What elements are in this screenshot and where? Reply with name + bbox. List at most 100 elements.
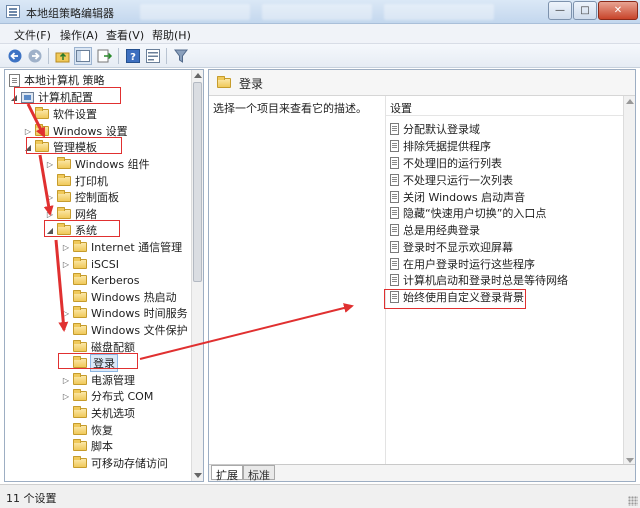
blurred-taskbar-item — [384, 4, 494, 20]
expand-arrow-icon[interactable]: ▷ — [23, 126, 33, 136]
resize-grip-icon[interactable] — [628, 496, 638, 506]
policy-setting-icon — [390, 123, 399, 135]
list-item[interactable]: 隐藏“快速用户切换”的入口点 — [390, 205, 546, 221]
tree-item-windows-components[interactable]: ▷ Windows 组件 — [45, 156, 150, 172]
list-item[interactable]: 总是用经典登录 — [390, 222, 480, 238]
list-item[interactable]: 分配默认登录域 — [390, 121, 480, 137]
folder-icon — [35, 124, 49, 136]
expand-arrow-icon[interactable]: ▷ — [61, 375, 71, 385]
menu-action[interactable]: 操作(A) — [60, 27, 98, 43]
policy-setting-icon — [390, 157, 399, 169]
tree-item-control-panel[interactable]: ▷ 控制面板 — [45, 189, 119, 205]
scroll-up-arrow-icon[interactable] — [194, 73, 202, 78]
list-item[interactable]: 在用户登录时运行这些程序 — [390, 256, 535, 272]
tree-item-printers[interactable]: 打印机 — [57, 173, 108, 189]
view-tabs: 扩展 标准 — [209, 464, 635, 481]
maximize-button[interactable]: □ — [573, 1, 597, 20]
toolbar-separator — [118, 48, 119, 64]
description-text: 选择一个项目来查看它的描述。 — [213, 102, 367, 115]
folder-icon — [57, 157, 71, 169]
folder-icon — [73, 323, 87, 335]
tree-item-disk-quota[interactable]: 磁盘配额 — [73, 339, 135, 355]
expand-arrow-icon[interactable]: ▷ — [61, 242, 71, 252]
expand-arrow-icon[interactable]: ▷ — [61, 391, 71, 401]
folder-icon — [73, 273, 87, 285]
forward-button[interactable] — [26, 47, 44, 65]
show-hide-tree-button[interactable] — [74, 47, 92, 65]
tree-item-scripts[interactable]: 脚本 — [73, 438, 113, 454]
tree-item-software-settings[interactable]: 软件设置 — [35, 106, 97, 122]
tree-item-recovery[interactable]: 恢复 — [73, 422, 113, 438]
scroll-down-arrow-icon[interactable] — [194, 473, 202, 478]
tree-item-network[interactable]: ▷ 网络 — [45, 206, 97, 222]
tree-item-windows-settings[interactable]: ▷ Windows 设置 — [23, 123, 128, 139]
folder-icon — [73, 423, 87, 435]
tree-item-kerberos[interactable]: Kerberos — [73, 272, 139, 288]
policy-setting-icon — [390, 291, 399, 303]
policy-setting-icon — [390, 258, 399, 270]
menu-view[interactable]: 查看(V) — [106, 27, 144, 43]
scroll-down-arrow-icon[interactable] — [626, 458, 634, 463]
menu-file[interactable]: 文件(F) — [14, 27, 51, 43]
tree-item-admin-templates[interactable]: ◢ 管理模板 — [23, 139, 97, 155]
tree-scroll-thumb[interactable] — [193, 82, 202, 282]
tree-item-removable-storage[interactable]: 可移动存储访问 — [73, 455, 168, 471]
menu-help[interactable]: 帮助(H) — [152, 27, 191, 43]
list-item[interactable]: 关闭 Windows 启动声音 — [390, 189, 525, 205]
list-item[interactable]: 登录时不显示欢迎屏幕 — [390, 239, 513, 255]
back-button[interactable] — [6, 47, 24, 65]
tree-scrollbar[interactable] — [191, 70, 203, 481]
scroll-up-arrow-icon[interactable] — [626, 99, 634, 104]
tab-standard[interactable]: 标准 — [243, 465, 275, 481]
folder-icon — [57, 207, 71, 219]
details-scrollbar[interactable] — [623, 96, 635, 466]
policy-setting-icon — [390, 224, 399, 236]
filter-icon — [174, 49, 188, 63]
tree-item-shutdown-options[interactable]: 关机选项 — [73, 405, 135, 421]
tree-item-power-management[interactable]: ▷ 电源管理 — [61, 372, 135, 388]
collapse-arrow-icon[interactable]: ◢ — [9, 92, 19, 102]
tree-item-internet-comm[interactable]: ▷ Internet 通信管理 — [61, 239, 182, 255]
folder-icon — [57, 174, 71, 186]
properties-button[interactable] — [144, 47, 162, 65]
tree-root[interactable]: 本地计算机 策略 — [9, 72, 105, 88]
list-item[interactable]: 计算机启动和登录时总是等待网络 — [390, 272, 568, 288]
expand-arrow-icon[interactable]: ▷ — [61, 308, 71, 318]
tree-item-logon[interactable]: 登录 — [73, 354, 118, 372]
menu-bar: 文件(F) 操作(A) 查看(V) 帮助(H) — [0, 24, 640, 44]
tab-extended[interactable]: 扩展 — [211, 465, 243, 481]
list-item-custom-logon-background[interactable]: 始终使用自定义登录背景 — [390, 289, 524, 305]
expand-arrow-icon[interactable]: ▷ — [61, 259, 71, 269]
policy-setting-icon — [390, 174, 399, 186]
tree-item-computer-config[interactable]: ◢ 计算机配置 — [9, 89, 93, 105]
expand-arrow-icon[interactable]: ▷ — [45, 159, 55, 169]
computer-icon — [21, 91, 34, 103]
up-one-level-button[interactable] — [54, 47, 72, 65]
expand-arrow-icon[interactable]: ▷ — [45, 209, 55, 219]
column-header-settings[interactable]: 设置 — [386, 96, 623, 116]
help-icon: ? — [126, 49, 140, 63]
back-arrow-icon — [8, 49, 22, 63]
policy-setting-icon — [390, 241, 399, 253]
folder-icon — [73, 306, 87, 318]
minimize-button[interactable]: — — [548, 1, 572, 20]
list-item[interactable]: 不处理旧的运行列表 — [390, 155, 502, 171]
tree-item-windows-hotstart[interactable]: Windows 热启动 — [73, 289, 177, 305]
help-button[interactable]: ? — [124, 47, 142, 65]
filter-button[interactable] — [172, 47, 190, 65]
collapse-arrow-icon[interactable]: ◢ — [23, 142, 33, 152]
list-item[interactable]: 排除凭据提供程序 — [390, 138, 491, 154]
close-button[interactable]: ✕ — [598, 1, 638, 20]
tree-item-windows-time[interactable]: ▷ Windows 时间服务 — [61, 305, 188, 321]
tree-item-windows-file-protection[interactable]: Windows 文件保护 — [73, 322, 188, 338]
export-list-button[interactable] — [96, 47, 114, 65]
folder-icon — [73, 290, 87, 302]
tree-item-iscsi[interactable]: ▷ iSCSI — [61, 256, 119, 272]
toolbar-separator — [166, 48, 167, 64]
tree-item-system[interactable]: ◢ 系统 — [45, 222, 97, 238]
tree-pane[interactable]: 本地计算机 策略 ◢ 计算机配置 软件设置 ▷ Windows 设置 ◢ 管理模… — [4, 69, 204, 482]
tree-item-distributed-com[interactable]: ▷ 分布式 COM — [61, 388, 153, 404]
expand-arrow-icon[interactable]: ▷ — [45, 192, 55, 202]
collapse-arrow-icon[interactable]: ◢ — [45, 225, 55, 235]
list-item[interactable]: 不处理只运行一次列表 — [390, 172, 513, 188]
